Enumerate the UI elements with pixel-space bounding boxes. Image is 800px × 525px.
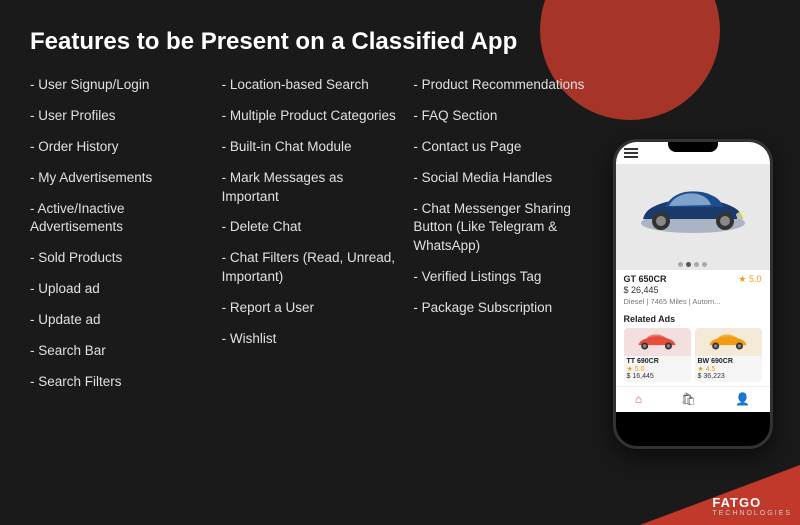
related-price: $ 16,445 <box>627 373 688 380</box>
title-section: Features to be Present on a Classified A… <box>0 0 800 72</box>
car-price: $ 26,445 <box>624 285 762 295</box>
list-item: Search Bar <box>30 338 212 365</box>
list-item: Social Media Handles <box>413 165 595 192</box>
dot-1 <box>678 262 683 267</box>
column-2: Location-based Search Multiple Product Ca… <box>222 72 414 515</box>
list-item: Search Filters <box>30 369 212 396</box>
phone-area: GT 650CR ★ 5.0 $ 26,445 Diesel | 7465 Mi… <box>605 72 780 515</box>
phone-notch <box>668 142 718 152</box>
related-car-name: BW 690CR <box>698 358 759 365</box>
car-name: GT 650CR <box>624 274 667 284</box>
brand-logo: FATGO <box>712 495 792 510</box>
page-title: Features to be Present on a Classified A… <box>30 28 770 56</box>
phone-mockup: GT 650CR ★ 5.0 $ 26,445 Diesel | 7465 Mi… <box>613 139 773 449</box>
list-item: Wishlist <box>222 326 404 353</box>
list-item: Sold Products <box>30 245 212 272</box>
list-item: Package Subscription <box>413 295 595 322</box>
related-grid: TT 690CR ★ 5.0 $ 16,445 BW 690CR <box>624 328 762 382</box>
list-item: Report a User <box>222 295 404 322</box>
list-item: Upload ad <box>30 276 212 303</box>
list-item: User Signup/Login <box>30 72 212 99</box>
car-info: GT 650CR ★ 5.0 $ 26,445 Diesel | 7465 Mi… <box>616 270 770 310</box>
pagination-dots <box>616 259 770 270</box>
list-item: Chat Messenger Sharing Button (Like Tele… <box>413 196 595 261</box>
list-item: Chat Filters (Read, Unread, Important) <box>222 245 404 291</box>
list-item: Order History <box>30 134 212 161</box>
phone-nav: ⌂ 🛍 👤 <box>616 386 770 412</box>
dot-3 <box>694 262 699 267</box>
list-item: Contact us Page <box>413 134 595 161</box>
list-item: Verified Listings Tag <box>413 264 595 291</box>
nav-bag-icon: 🛍 <box>681 392 696 406</box>
related-rating: ★ 4.5 <box>698 365 716 373</box>
dot-4 <box>702 262 707 267</box>
main-content: User Signup/Login User Profiles Order Hist… <box>0 72 800 525</box>
list-item: Mark Messages as Important <box>222 165 404 211</box>
related-ads-title: Related Ads <box>624 314 762 324</box>
list-item: Multiple Product Categories <box>222 103 404 130</box>
related-car-card: BW 690CR ★ 4.5 $ 36,223 <box>695 328 762 382</box>
related-car-card: TT 690CR ★ 5.0 $ 16,445 <box>624 328 691 382</box>
list-item: Update ad <box>30 307 212 334</box>
nav-user-icon: 👤 <box>735 392 750 406</box>
list-item: Delete Chat <box>222 214 404 241</box>
car-specs: Diesel | 7465 Miles | Autom... <box>624 297 762 306</box>
related-rating: ★ 5.0 <box>627 365 645 373</box>
dot-2 <box>686 262 691 267</box>
column-3: Product Recommendations FAQ Section Contac… <box>413 72 605 515</box>
car-image-area <box>616 164 770 259</box>
list-item: Built-in Chat Module <box>222 134 404 161</box>
list-item: My Advertisements <box>30 165 212 192</box>
column-1: User Signup/Login User Profiles Order Hist… <box>30 72 222 515</box>
list-item: FAQ Section <box>413 103 595 130</box>
list-item: Active/Inactive Advertisements <box>30 196 212 242</box>
list-item: User Profiles <box>30 103 212 130</box>
related-car-name: TT 690CR <box>627 358 688 365</box>
list-item: Location-based Search <box>222 72 404 99</box>
related-ads: Related Ads TT 690CR ★ 5.0 $ 16,445 <box>616 310 770 386</box>
brand-sub: TECHNOLOGIES <box>712 510 792 517</box>
logo-area: FATGO TECHNOLOGIES <box>712 495 792 517</box>
related-price: $ 36,223 <box>698 373 759 380</box>
features-columns: User Signup/Login User Profiles Order Hist… <box>30 72 605 515</box>
list-item: Product Recommendations <box>413 72 595 99</box>
car-rating: ★ 5.0 <box>738 274 761 285</box>
nav-home-icon: ⌂ <box>635 392 642 406</box>
